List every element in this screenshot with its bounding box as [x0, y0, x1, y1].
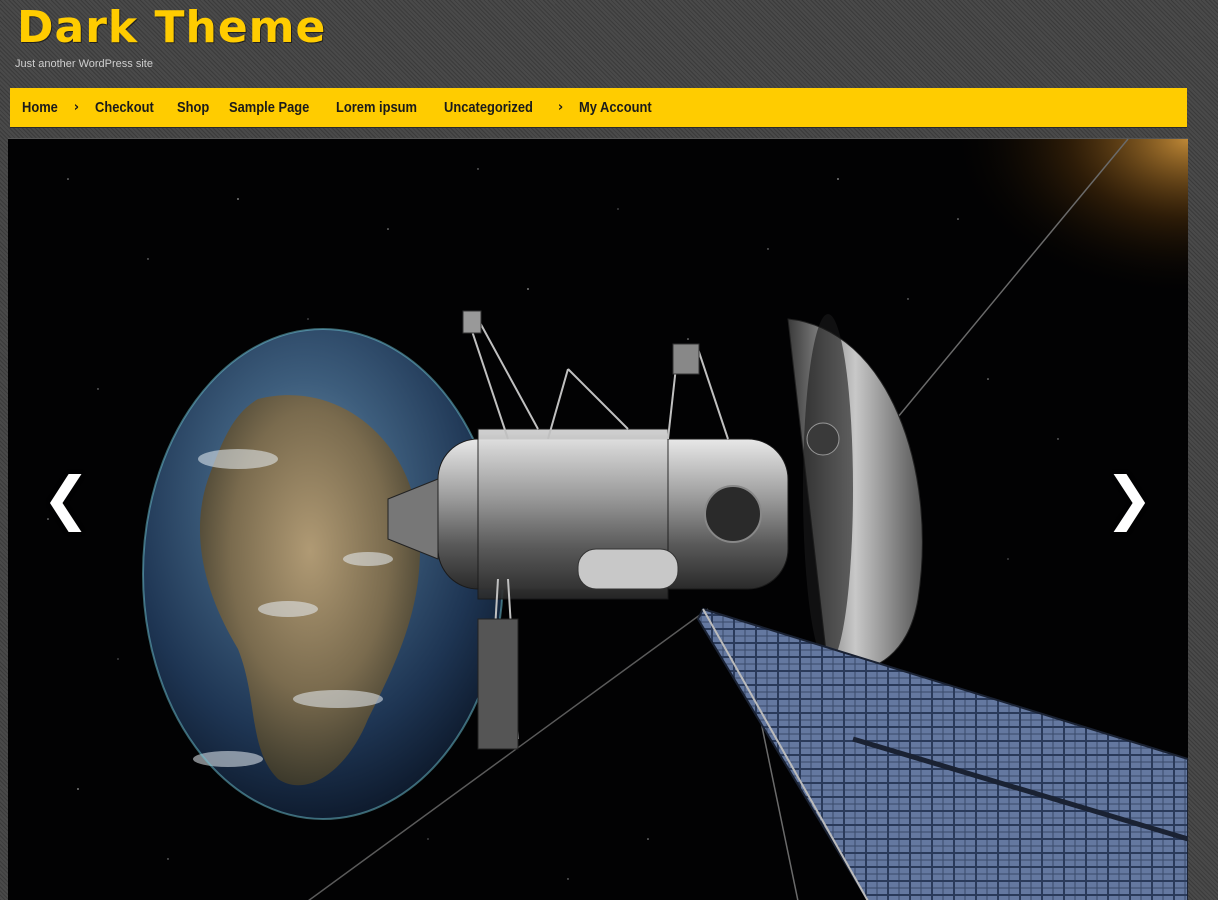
nav-item-home[interactable]: Home › [22, 88, 95, 127]
nav-item-label: Home [22, 99, 58, 116]
chevron-right-icon: › [557, 100, 564, 115]
nav-menu: Home › Checkout Shop Sample Page Lorem i… [10, 88, 1187, 127]
slide-image-satellite [8, 139, 1188, 900]
nav-item-label: Uncategorized [444, 99, 534, 116]
nav-item-shop[interactable]: Shop [177, 88, 229, 127]
site-header: Dark Theme Just another WordPress site [0, 0, 1218, 88]
nav-item-label: My Account [579, 99, 652, 116]
nav-item-uncategorized[interactable]: Uncategorized › [444, 88, 579, 127]
nav-item-sample-page[interactable]: Sample Page [229, 88, 336, 127]
slider-prev-arrow-icon[interactable]: ❮ [36, 463, 96, 533]
image-slider: ❮ ❯ [8, 138, 1188, 900]
site-tagline: Just another WordPress site [15, 58, 153, 70]
slider-next-arrow-icon[interactable]: ❯ [1099, 463, 1159, 533]
site-title[interactable]: Dark Theme [17, 2, 326, 54]
chevron-right-icon: › [73, 100, 80, 115]
nav-item-checkout[interactable]: Checkout [95, 88, 177, 127]
nav-item-label: Shop [177, 99, 210, 116]
nav-item-label: Sample Page [228, 99, 310, 116]
nav-item-lorem-ipsum[interactable]: Lorem ipsum [336, 88, 444, 127]
nav-item-my-account[interactable]: My Account [579, 88, 675, 127]
main-navigation: Home › Checkout Shop Sample Page Lorem i… [10, 88, 1187, 127]
nav-item-label: Checkout [95, 99, 154, 116]
nav-item-label: Lorem ipsum [336, 99, 418, 116]
